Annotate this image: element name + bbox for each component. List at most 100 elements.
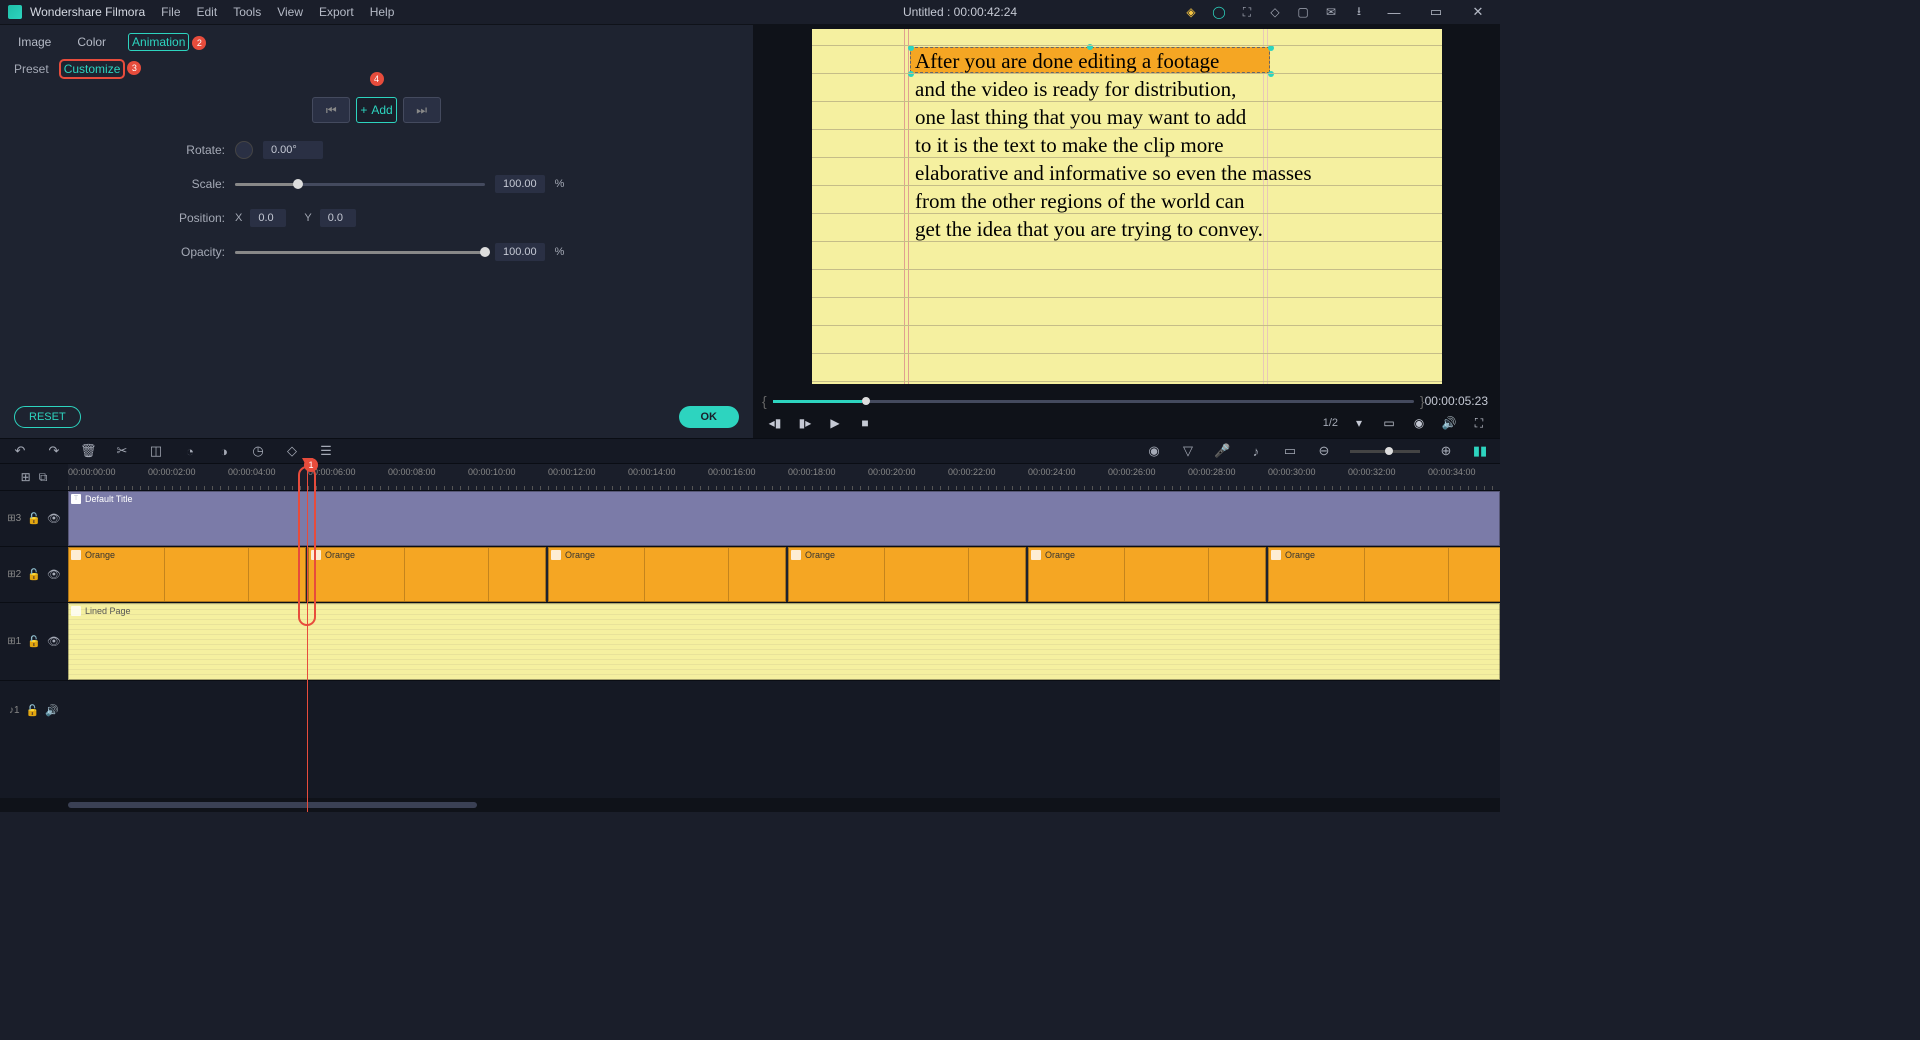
redo-icon[interactable]: ↷ — [46, 443, 62, 459]
save-icon[interactable]: ▢ — [1296, 5, 1310, 19]
render-icon[interactable]: ▭ — [1282, 443, 1298, 459]
clip-orange[interactable]: Orange — [788, 547, 1026, 602]
maximize-button[interactable]: ▭ — [1422, 4, 1450, 20]
opacity-slider[interactable] — [235, 251, 485, 254]
gift-icon[interactable]: ⛶ — [1240, 5, 1254, 19]
audio-icon[interactable]: ♪ — [1248, 444, 1264, 459]
message-icon[interactable]: ✉ — [1324, 5, 1338, 19]
clip-orange[interactable]: Orange — [1268, 547, 1500, 602]
position-y-value[interactable]: 0.0 — [320, 209, 356, 227]
selection-handle[interactable] — [908, 71, 914, 77]
toggle-tracks-icon[interactable]: ⊞ — [21, 470, 31, 484]
preview-canvas[interactable]: /*lines added below via JS-like generati… — [812, 29, 1442, 384]
link-icon[interactable]: ⧉ — [39, 470, 48, 485]
track-body-video-2[interactable]: OrangeOrangeOrangeOrangeOrangeOrange — [68, 547, 1500, 602]
track-body-video-3[interactable]: T Default Title — [68, 491, 1500, 546]
close-button[interactable]: ✕ — [1464, 4, 1492, 20]
next-frame-button[interactable]: ▮▸ — [796, 416, 814, 430]
reset-button[interactable]: RESET — [14, 406, 81, 428]
timeline-scrollbar[interactable] — [0, 798, 1500, 812]
clip-lined-page[interactable]: Lined Page — [68, 603, 1500, 680]
duration-icon[interactable]: ◷ — [250, 443, 266, 459]
snapshot-icon[interactable]: ◉ — [1410, 416, 1428, 430]
clip-default-title[interactable]: T Default Title — [68, 491, 1500, 546]
track-body-audio-1[interactable] — [68, 681, 1500, 740]
track-body-video-1[interactable]: Lined Page — [68, 603, 1500, 680]
menu-file[interactable]: File — [161, 5, 180, 19]
position-x-value[interactable]: 0.0 — [250, 209, 286, 227]
ruled-line — [812, 213, 1442, 214]
stop-button[interactable]: ■ — [856, 416, 874, 430]
mixer-icon[interactable]: ◉ — [1146, 443, 1162, 459]
lock-icon[interactable]: 🔓 — [27, 512, 41, 525]
ruled-line — [812, 45, 1442, 46]
preview-zoom[interactable]: 1/2 — [1323, 417, 1338, 429]
account-icon[interactable]: ◇ — [1268, 5, 1282, 19]
menu-export[interactable]: Export — [319, 5, 354, 19]
marker-icon[interactable]: ▽ — [1180, 443, 1196, 459]
tab-color[interactable]: Color — [73, 33, 110, 51]
rotate-knob[interactable] — [235, 141, 253, 159]
tab-image[interactable]: Image — [14, 33, 55, 51]
crop-icon[interactable]: ◫ — [148, 443, 164, 459]
opacity-value[interactable]: 100.00 — [495, 243, 545, 261]
track-id: ⊞1 — [7, 636, 21, 647]
scale-value[interactable]: 100.00 — [495, 175, 545, 193]
playhead[interactable] — [307, 464, 308, 812]
add-keyframe-button[interactable]: + Add 4 — [356, 97, 396, 123]
speed-icon[interactable]: ◔ — [182, 444, 198, 459]
undo-icon[interactable]: ↶ — [12, 443, 28, 459]
lock-icon[interactable]: 🔓 — [26, 704, 40, 717]
minimize-button[interactable]: — — [1380, 5, 1408, 20]
zoom-out-icon[interactable]: ⊖ — [1316, 443, 1332, 459]
tab-animation[interactable]: Animation 2 — [128, 33, 189, 51]
lock-icon[interactable]: 🔓 — [27, 568, 41, 581]
next-keyframe-button[interactable]: ⏭ — [403, 97, 441, 123]
menu-view[interactable]: View — [277, 5, 303, 19]
visibility-icon[interactable]: 👁 — [47, 568, 61, 581]
tips-icon[interactable]: ◈ — [1184, 5, 1198, 19]
ruler-tick: 00:00:26:00 — [1108, 467, 1156, 477]
zoom-slider[interactable] — [1350, 450, 1420, 453]
prev-frame-button[interactable]: ◂▮ — [766, 416, 784, 430]
play-button[interactable]: ▶ — [826, 416, 844, 430]
ruler-tick: 00:00:32:00 — [1348, 467, 1396, 477]
visibility-icon[interactable]: 👁 — [47, 635, 61, 648]
clip-orange[interactable]: Orange — [1028, 547, 1266, 602]
download-icon[interactable]: ⭳ — [1352, 5, 1366, 19]
color-icon[interactable]: ◑ — [216, 444, 232, 459]
rotate-label: Rotate: — [170, 143, 225, 157]
zoom-fit-icon[interactable]: ▮▮ — [1472, 443, 1488, 459]
zoom-dropdown-icon[interactable]: ▾ — [1350, 416, 1368, 430]
adjust-icon[interactable]: ☰ — [318, 443, 334, 459]
menu-tools[interactable]: Tools — [233, 5, 261, 19]
keyframe-icon[interactable]: ◇ — [284, 443, 300, 459]
delete-icon[interactable]: 🗑 — [80, 443, 96, 459]
subtab-customize[interactable]: Customize 3 — [59, 59, 126, 79]
menu-help[interactable]: Help — [370, 5, 395, 19]
rotate-value[interactable]: 0.00° — [263, 141, 323, 159]
track-id: ⊞2 — [7, 569, 21, 580]
lock-icon[interactable]: 🔓 — [27, 635, 41, 648]
support-icon[interactable]: ◯ — [1212, 5, 1226, 19]
scrub-track[interactable] — [773, 400, 1414, 403]
clip-orange[interactable]: Orange — [308, 547, 546, 602]
selection-handle[interactable] — [1268, 71, 1274, 77]
scale-slider[interactable] — [235, 183, 485, 186]
fullscreen-icon[interactable]: ⛶ — [1470, 416, 1488, 431]
clip-orange[interactable]: Orange — [68, 547, 306, 602]
visibility-icon[interactable]: 👁 — [47, 512, 61, 525]
volume-icon[interactable]: 🔊 — [1440, 416, 1458, 430]
menu-edit[interactable]: Edit — [197, 5, 218, 19]
prev-keyframe-button[interactable]: ⏮ — [312, 97, 350, 123]
mute-icon[interactable]: 🔊 — [45, 704, 59, 717]
ok-button[interactable]: OK — [679, 406, 740, 428]
voiceover-icon[interactable]: 🎤 — [1214, 443, 1230, 459]
clip-orange[interactable]: Orange — [548, 547, 786, 602]
rotate-row: Rotate: 0.00° — [30, 141, 723, 159]
quality-icon[interactable]: ▭ — [1380, 416, 1398, 430]
split-icon[interactable]: ✂ — [114, 443, 130, 459]
time-ruler[interactable]: 00:00:00:0000:00:02:0000:00:04:0000:00:0… — [68, 464, 1500, 490]
mark-in-icon[interactable]: { — [762, 393, 767, 409]
zoom-in-icon[interactable]: ⊕ — [1438, 443, 1454, 459]
